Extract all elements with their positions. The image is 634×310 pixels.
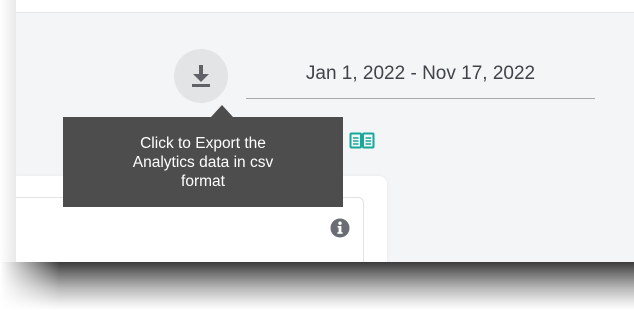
analytics-panel: Jan 1, 2022 - Nov 17, 2022 Click to Expo…	[16, 0, 634, 262]
export-tooltip: Click to Export the Analytics data in cs…	[63, 117, 343, 207]
top-card-edge	[16, 0, 634, 13]
export-csv-button[interactable]	[174, 49, 228, 103]
tooltip-line-1: Click to Export the	[140, 134, 266, 152]
guide-book-button[interactable]	[349, 132, 375, 150]
tooltip-line-3: format	[181, 172, 225, 190]
date-range-picker[interactable]: Jan 1, 2022 - Nov 17, 2022	[246, 55, 595, 99]
date-range-value: Jan 1, 2022 - Nov 17, 2022	[305, 63, 536, 84]
tooltip-line-2: Analytics data in csv	[132, 153, 274, 171]
screenshot-shadow-bottom	[0, 262, 634, 310]
tooltip-arrow	[211, 105, 233, 117]
info-icon-glyph	[330, 218, 350, 238]
info-icon[interactable]	[330, 218, 350, 238]
download-icon	[192, 65, 210, 87]
book-icon	[349, 132, 375, 149]
